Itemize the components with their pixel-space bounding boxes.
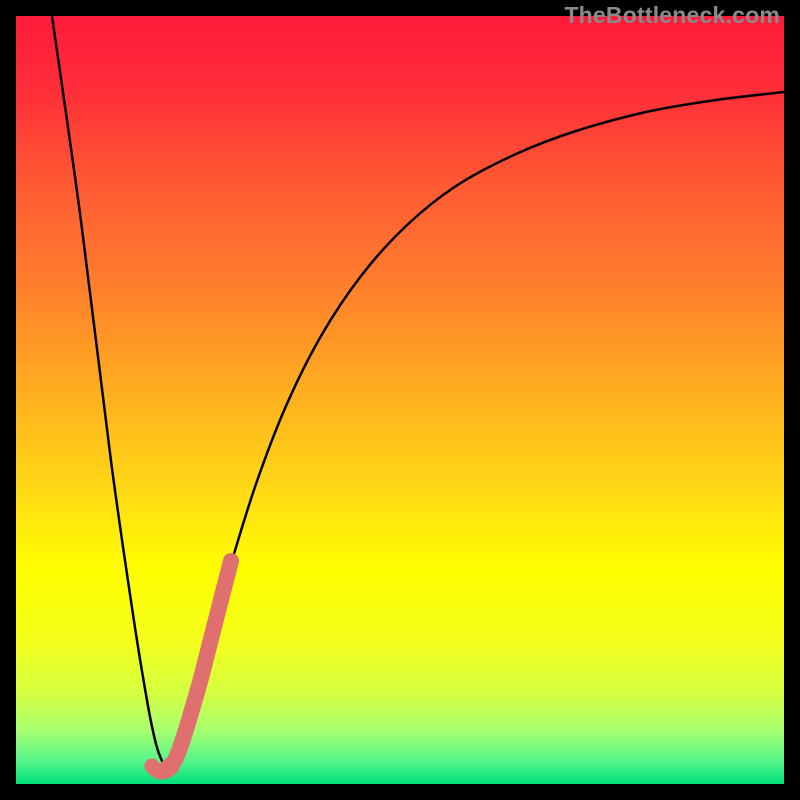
optimal-hook bbox=[152, 766, 172, 772]
chart-frame: TheBottleneck.com bbox=[0, 0, 800, 800]
plot-area bbox=[16, 16, 784, 784]
chart-svg bbox=[16, 16, 784, 784]
gradient-background bbox=[16, 16, 784, 784]
